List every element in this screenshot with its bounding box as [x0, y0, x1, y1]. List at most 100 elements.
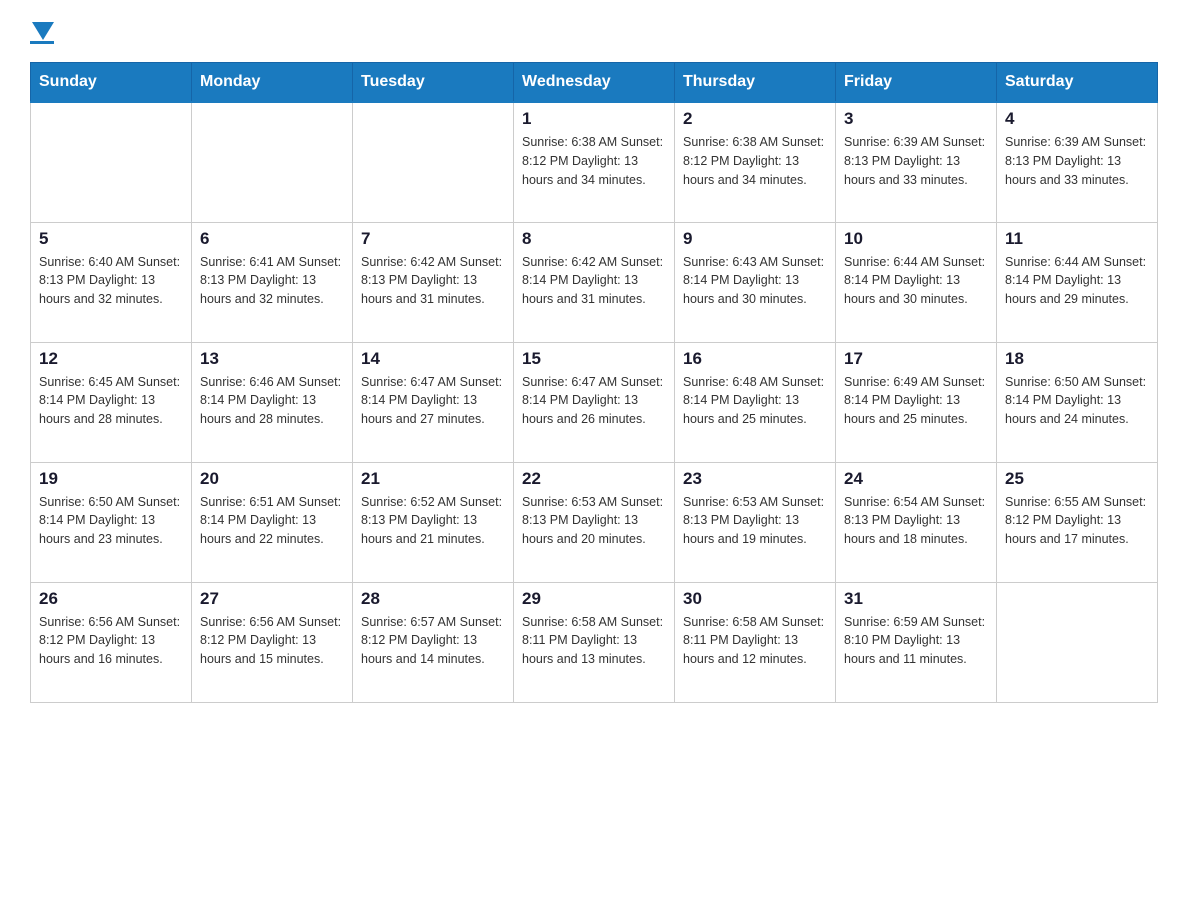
day-info: Sunrise: 6:59 AM Sunset: 8:10 PM Dayligh…: [844, 613, 988, 669]
calendar-cell: 17Sunrise: 6:49 AM Sunset: 8:14 PM Dayli…: [836, 342, 997, 462]
calendar-cell: 27 Sunrise: 6:56 AM Sunset: 8:12 PM Dayli…: [192, 582, 353, 702]
calendar-cell: 2 Sunrise: 6:38 AM Sunset: 8:12 PM Daylig…: [675, 102, 836, 222]
calendar-header-row: SundayMondayTuesdayWednesdayThursdayFrid…: [31, 63, 1158, 103]
day-info: Sunrise: 6:49 AM Sunset: 8:14 PM Dayligh…: [844, 373, 988, 429]
calendar-cell: 4 Sunrise: 6:39 AM Sunset: 8:13 PM Daylig…: [997, 102, 1158, 222]
day-of-week-header: Thursday: [675, 63, 836, 103]
day-number: 21: [361, 469, 505, 489]
day-number: 7: [361, 229, 505, 249]
day-info: Sunrise: 6:41 AM Sunset: 8:13 PM Dayligh…: [200, 253, 344, 309]
day-info: Sunrise: 6:55 AM Sunset: 8:12 PM Dayligh…: [1005, 493, 1149, 549]
day-info: Sunrise: 6:56 AM Sunset: 8:12 PM Dayligh…: [200, 613, 344, 669]
day-number: 15: [522, 349, 666, 369]
day-number: 26: [39, 589, 183, 609]
day-of-week-header: Monday: [192, 63, 353, 103]
day-number: 18: [1005, 349, 1149, 369]
calendar-cell: 11 Sunrise: 6:44 AM Sunset: 8:14 PM Dayli…: [997, 222, 1158, 342]
day-info: Sunrise: 6:47 AM Sunset: 8:14 PM Dayligh…: [522, 373, 666, 429]
day-info: Sunrise: 6:50 AM Sunset: 8:14 PM Dayligh…: [1005, 373, 1149, 429]
day-info: Sunrise: 6:46 AM Sunset: 8:14 PM Dayligh…: [200, 373, 344, 429]
day-of-week-header: Wednesday: [514, 63, 675, 103]
calendar-cell: 20 Sunrise: 6:51 AM Sunset: 8:14 PM Dayli…: [192, 462, 353, 582]
day-number: 28: [361, 589, 505, 609]
day-info: Sunrise: 6:42 AM Sunset: 8:14 PM Dayligh…: [522, 253, 666, 309]
day-info: Sunrise: 6:42 AM Sunset: 8:13 PM Dayligh…: [361, 253, 505, 309]
calendar-cell: 30 Sunrise: 6:58 AM Sunset: 8:11 PM Dayli…: [675, 582, 836, 702]
calendar-week-row: 1Sunrise: 6:38 AM Sunset: 8:12 PM Daylig…: [31, 102, 1158, 222]
calendar-table: SundayMondayTuesdayWednesdayThursdayFrid…: [30, 62, 1158, 703]
logo: [30, 20, 54, 44]
day-info: Sunrise: 6:58 AM Sunset: 8:11 PM Dayligh…: [683, 613, 827, 669]
day-number: 11: [1005, 229, 1149, 249]
calendar-cell: [192, 102, 353, 222]
day-number: 23: [683, 469, 827, 489]
day-info: Sunrise: 6:50 AM Sunset: 8:14 PM Dayligh…: [39, 493, 183, 549]
calendar-week-row: 12 Sunrise: 6:45 AM Sunset: 8:14 PM Dayli…: [31, 342, 1158, 462]
calendar-cell: 22Sunrise: 6:53 AM Sunset: 8:13 PM Dayli…: [514, 462, 675, 582]
day-number: 5: [39, 229, 183, 249]
day-number: 2: [683, 109, 827, 129]
day-number: 13: [200, 349, 344, 369]
day-info: Sunrise: 6:44 AM Sunset: 8:14 PM Dayligh…: [1005, 253, 1149, 309]
day-info: Sunrise: 6:38 AM Sunset: 8:12 PM Dayligh…: [522, 133, 666, 189]
calendar-cell: 21 Sunrise: 6:52 AM Sunset: 8:13 PM Dayli…: [353, 462, 514, 582]
calendar-cell: 15 Sunrise: 6:47 AM Sunset: 8:14 PM Dayli…: [514, 342, 675, 462]
day-number: 24: [844, 469, 988, 489]
day-info: Sunrise: 6:47 AM Sunset: 8:14 PM Dayligh…: [361, 373, 505, 429]
day-number: 8: [522, 229, 666, 249]
calendar-cell: 5 Sunrise: 6:40 AM Sunset: 8:13 PM Daylig…: [31, 222, 192, 342]
day-number: 22: [522, 469, 666, 489]
calendar-cell: 16Sunrise: 6:48 AM Sunset: 8:14 PM Dayli…: [675, 342, 836, 462]
day-info: Sunrise: 6:58 AM Sunset: 8:11 PM Dayligh…: [522, 613, 666, 669]
day-number: 4: [1005, 109, 1149, 129]
calendar-cell: 23 Sunrise: 6:53 AM Sunset: 8:13 PM Dayli…: [675, 462, 836, 582]
day-info: Sunrise: 6:54 AM Sunset: 8:13 PM Dayligh…: [844, 493, 988, 549]
day-info: Sunrise: 6:57 AM Sunset: 8:12 PM Dayligh…: [361, 613, 505, 669]
calendar-cell: 6 Sunrise: 6:41 AM Sunset: 8:13 PM Daylig…: [192, 222, 353, 342]
calendar-cell: 12 Sunrise: 6:45 AM Sunset: 8:14 PM Dayli…: [31, 342, 192, 462]
day-of-week-header: Sunday: [31, 63, 192, 103]
day-number: 29: [522, 589, 666, 609]
day-number: 25: [1005, 469, 1149, 489]
calendar-week-row: 26 Sunrise: 6:56 AM Sunset: 8:12 PM Dayli…: [31, 582, 1158, 702]
day-number: 30: [683, 589, 827, 609]
day-info: Sunrise: 6:39 AM Sunset: 8:13 PM Dayligh…: [844, 133, 988, 189]
day-info: Sunrise: 6:40 AM Sunset: 8:13 PM Dayligh…: [39, 253, 183, 309]
day-number: 27: [200, 589, 344, 609]
calendar-cell: 13 Sunrise: 6:46 AM Sunset: 8:14 PM Dayli…: [192, 342, 353, 462]
calendar-cell: 8 Sunrise: 6:42 AM Sunset: 8:14 PM Daylig…: [514, 222, 675, 342]
calendar-cell: [997, 582, 1158, 702]
calendar-cell: 26Sunrise: 6:56 AM Sunset: 8:12 PM Dayli…: [31, 582, 192, 702]
day-number: 16: [683, 349, 827, 369]
day-info: Sunrise: 6:39 AM Sunset: 8:13 PM Dayligh…: [1005, 133, 1149, 189]
calendar-week-row: 19Sunrise: 6:50 AM Sunset: 8:14 PM Dayli…: [31, 462, 1158, 582]
calendar-cell: 19Sunrise: 6:50 AM Sunset: 8:14 PM Dayli…: [31, 462, 192, 582]
day-info: Sunrise: 6:45 AM Sunset: 8:14 PM Dayligh…: [39, 373, 183, 429]
day-number: 14: [361, 349, 505, 369]
calendar-week-row: 5 Sunrise: 6:40 AM Sunset: 8:13 PM Daylig…: [31, 222, 1158, 342]
day-number: 6: [200, 229, 344, 249]
day-info: Sunrise: 6:44 AM Sunset: 8:14 PM Dayligh…: [844, 253, 988, 309]
day-of-week-header: Friday: [836, 63, 997, 103]
calendar-cell: 25 Sunrise: 6:55 AM Sunset: 8:12 PM Dayli…: [997, 462, 1158, 582]
day-info: Sunrise: 6:53 AM Sunset: 8:13 PM Dayligh…: [683, 493, 827, 549]
calendar-cell: 7 Sunrise: 6:42 AM Sunset: 8:13 PM Daylig…: [353, 222, 514, 342]
logo-arrow-icon: [32, 22, 54, 40]
day-info: Sunrise: 6:38 AM Sunset: 8:12 PM Dayligh…: [683, 133, 827, 189]
day-number: 3: [844, 109, 988, 129]
calendar-cell: 9Sunrise: 6:43 AM Sunset: 8:14 PM Daylig…: [675, 222, 836, 342]
day-number: 9: [683, 229, 827, 249]
calendar-cell: 14 Sunrise: 6:47 AM Sunset: 8:14 PM Dayli…: [353, 342, 514, 462]
day-number: 20: [200, 469, 344, 489]
calendar-cell: 1Sunrise: 6:38 AM Sunset: 8:12 PM Daylig…: [514, 102, 675, 222]
calendar-cell: 31Sunrise: 6:59 AM Sunset: 8:10 PM Dayli…: [836, 582, 997, 702]
day-number: 10: [844, 229, 988, 249]
day-info: Sunrise: 6:52 AM Sunset: 8:13 PM Dayligh…: [361, 493, 505, 549]
day-of-week-header: Saturday: [997, 63, 1158, 103]
day-info: Sunrise: 6:51 AM Sunset: 8:14 PM Dayligh…: [200, 493, 344, 549]
page-header: [30, 20, 1158, 44]
day-number: 12: [39, 349, 183, 369]
calendar-cell: [31, 102, 192, 222]
calendar-cell: 10 Sunrise: 6:44 AM Sunset: 8:14 PM Dayli…: [836, 222, 997, 342]
calendar-cell: 24 Sunrise: 6:54 AM Sunset: 8:13 PM Dayli…: [836, 462, 997, 582]
